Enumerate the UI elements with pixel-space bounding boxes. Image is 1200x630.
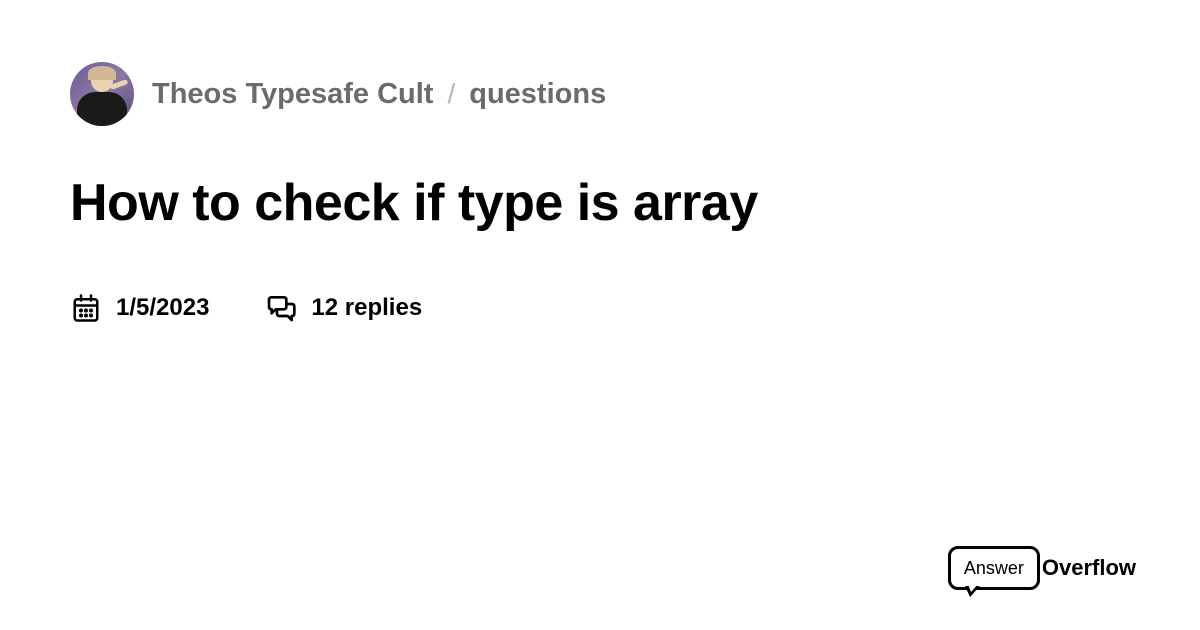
logo-bubble: Answer: [948, 546, 1040, 590]
answer-overflow-logo[interactable]: Answer Overflow: [948, 546, 1136, 590]
calendar-icon: [70, 292, 102, 324]
question-meta: 1/5/2023 12 replies: [70, 292, 1130, 324]
replies-meta: 12 replies: [265, 292, 422, 324]
breadcrumb: Theos Typesafe Cult / questions: [70, 62, 1130, 126]
replies-icon: [265, 292, 297, 324]
channel-name[interactable]: questions: [469, 78, 606, 111]
community-name[interactable]: Theos Typesafe Cult: [152, 78, 433, 111]
community-avatar[interactable]: [70, 62, 134, 126]
breadcrumb-separator: /: [447, 78, 455, 110]
logo-text-overflow: Overflow: [1042, 555, 1136, 581]
date-text: 1/5/2023: [116, 294, 209, 322]
logo-text-answer: Answer: [964, 558, 1024, 579]
replies-text: 12 replies: [311, 294, 422, 322]
date-meta: 1/5/2023: [70, 292, 209, 324]
question-title: How to check if type is array: [70, 174, 1130, 234]
